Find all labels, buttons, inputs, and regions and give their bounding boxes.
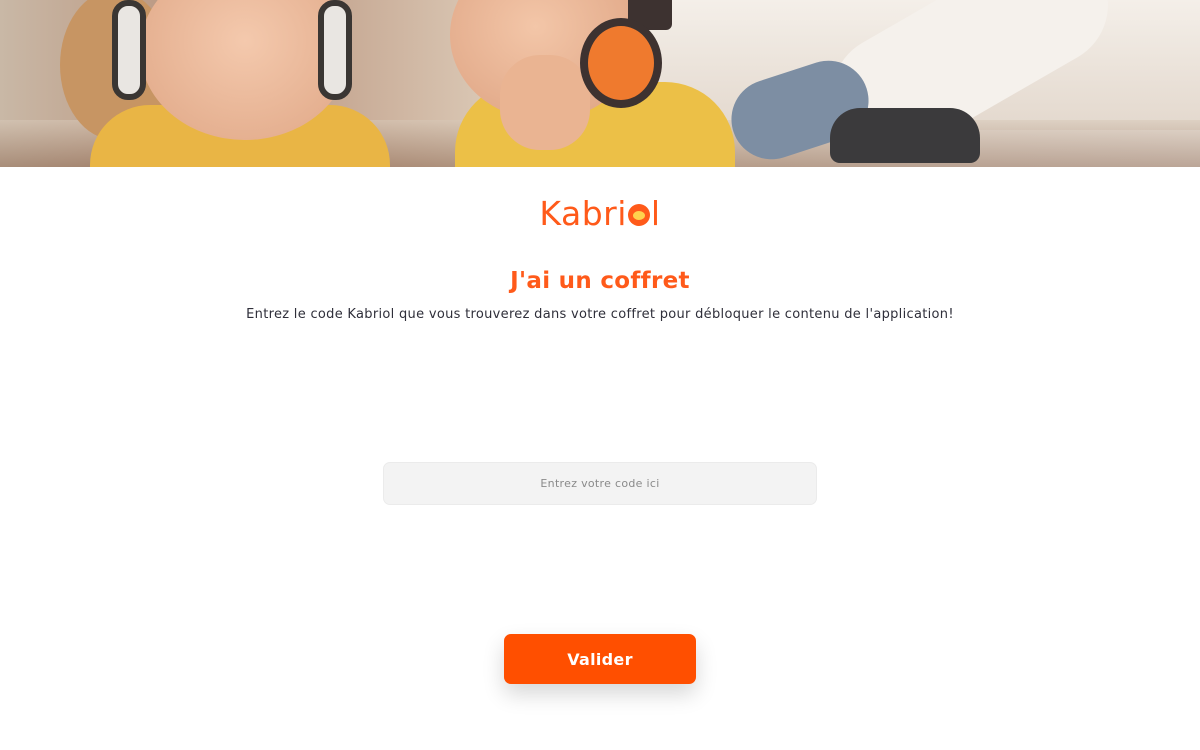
hero-image bbox=[0, 0, 1200, 167]
page: Kabri l J'ai un coffret Entrez le code Ka… bbox=[0, 0, 1200, 750]
sneaker-shape bbox=[830, 108, 980, 163]
logo-text-prefix: Kabri bbox=[539, 194, 627, 233]
code-input[interactable] bbox=[383, 462, 817, 505]
logo-text-suffix: l bbox=[650, 194, 661, 233]
page-subtitle: Entrez le code Kabriol que vous trouvere… bbox=[246, 307, 954, 322]
page-title: J'ai un coffret bbox=[510, 268, 690, 294]
orange-headphone-icon bbox=[580, 18, 662, 108]
boy-hand-shape bbox=[500, 55, 590, 150]
bird-mascot-icon bbox=[627, 204, 650, 226]
validate-button[interactable]: Valider bbox=[504, 634, 696, 684]
brand-logo: Kabri l bbox=[0, 194, 1200, 233]
headphone-right-icon bbox=[318, 0, 352, 100]
headphone-left-icon bbox=[112, 0, 146, 100]
